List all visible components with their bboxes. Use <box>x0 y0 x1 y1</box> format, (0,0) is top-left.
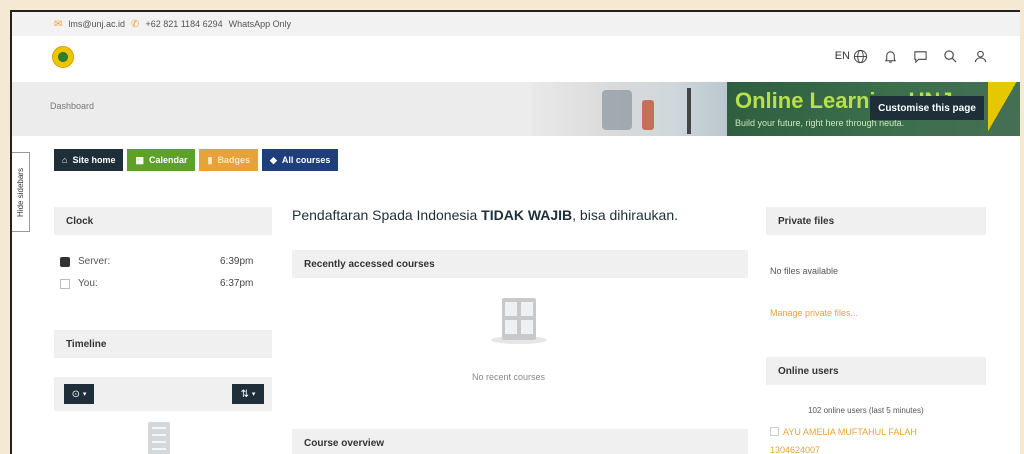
bookmark-icon: ▮ <box>207 154 213 165</box>
timeline-sort-dropdown[interactable]: ⇅ ▾ <box>232 384 264 404</box>
page-header-banner: Dashboard Online Learning UNJ Build your… <box>12 82 1020 136</box>
calendar-button[interactable]: ▦ Calendar <box>127 149 196 171</box>
badges-button[interactable]: ▮ Badges <box>199 149 258 171</box>
server-time-row: Server: 6:39pm <box>60 256 253 267</box>
contact-email[interactable]: lms@unj.ac.id <box>68 19 125 29</box>
user-icon[interactable] <box>972 48 988 64</box>
hide-sidebars-label: Hide sidebars <box>15 167 25 217</box>
online-users-summary: 102 online users (last 5 minutes) <box>808 406 924 415</box>
phone-icon: ✆ <box>131 18 140 30</box>
user-avatar-icon <box>60 278 70 289</box>
manage-private-files-link[interactable]: Manage private files... <box>770 308 858 318</box>
banner-illustration <box>532 82 732 136</box>
globe-icon <box>852 48 868 64</box>
online-users-heading: Online users <box>766 357 986 385</box>
timeline-block-heading: Timeline <box>54 330 272 358</box>
quick-nav: ⌂ Site home ▦ Calendar ▮ Badges ◆ All co… <box>54 149 339 171</box>
home-icon: ⌂ <box>62 155 68 165</box>
no-courses-icon <box>491 298 547 346</box>
announcement-text: Pendaftaran Spada Indonesia <box>292 207 482 223</box>
timeline-filter-dropdown[interactable]: ⊙ ▾ <box>64 384 94 404</box>
navbar: EN <box>12 36 1020 82</box>
timeline-controls: ⊙ ▾ ⇅ ▾ <box>54 377 272 411</box>
caret-down-icon: ▾ <box>251 391 256 398</box>
site-home-label: Site home <box>72 155 116 165</box>
course-overview-heading: Course overview <box>292 429 748 454</box>
site-home-button[interactable]: ⌂ Site home <box>54 149 124 171</box>
hide-sidebars-toggle[interactable]: Hide sidebars <box>12 152 30 232</box>
search-icon[interactable] <box>942 48 958 64</box>
clock-block-heading: Clock <box>54 207 272 235</box>
chat-icon[interactable] <box>912 48 928 64</box>
calendar-icon: ▦ <box>135 154 144 165</box>
user-time: 6:37pm <box>220 278 254 289</box>
online-user-id[interactable]: 1304624007 <box>770 445 820 454</box>
mail-icon: ✉ <box>54 18 63 30</box>
navbar-actions: EN <box>835 48 988 64</box>
all-courses-label: All courses <box>281 155 331 165</box>
contact-phone-note: WhatsApp Only <box>228 19 292 29</box>
no-recent-courses-text: No recent courses <box>472 372 546 382</box>
calendar-label: Calendar <box>148 155 188 165</box>
contact-bar: ✉ lms@unj.ac.id ✆ +62 821 1184 6294 What… <box>12 12 1020 36</box>
recent-courses-heading: Recently accessed courses <box>292 250 748 278</box>
online-user-name[interactable]: AYU AMELIA MUFTAHUL FALAH <box>783 427 917 437</box>
online-user-item[interactable]: AYU AMELIA MUFTAHUL FALAH 1304624007 <box>770 423 917 454</box>
announcement-suffix: , bisa dihiraukan. <box>572 207 678 223</box>
you-label: You: <box>78 278 98 289</box>
clock-icon: ⊙ <box>71 388 81 400</box>
bell-icon[interactable] <box>882 48 898 64</box>
customise-page-button[interactable]: Customise this page <box>870 96 984 120</box>
sort-icon: ⇅ <box>240 388 250 400</box>
language-menu[interactable]: EN <box>835 48 868 64</box>
timeline-empty-icon <box>148 422 170 454</box>
contact-phone[interactable]: +62 821 1184 6294 <box>145 19 222 29</box>
caret-down-icon: ▾ <box>82 391 87 398</box>
badges-label: Badges <box>217 155 250 165</box>
server-time: 6:39pm <box>220 256 254 267</box>
announcement-emphasis: TIDAK WAJIB <box>481 207 573 223</box>
unj-logo[interactable] <box>52 46 74 68</box>
server-icon <box>60 256 70 267</box>
site-announcement: Pendaftaran Spada Indonesia TIDAK WAJIB,… <box>292 207 678 223</box>
breadcrumb[interactable]: Dashboard <box>50 101 94 111</box>
browser-viewport: ✉ lms@unj.ac.id ✆ +62 821 1184 6294 What… <box>10 10 1020 454</box>
no-files-text: No files available <box>770 266 839 276</box>
private-files-heading: Private files <box>766 207 986 235</box>
user-time-row: You: 6:37pm <box>60 278 253 289</box>
graduation-cap-icon: ◆ <box>269 154 277 165</box>
server-label: Server: <box>78 256 111 267</box>
language-code: EN <box>834 50 850 62</box>
all-courses-button[interactable]: ◆ All courses <box>261 149 339 171</box>
user-avatar-icon <box>770 427 779 436</box>
